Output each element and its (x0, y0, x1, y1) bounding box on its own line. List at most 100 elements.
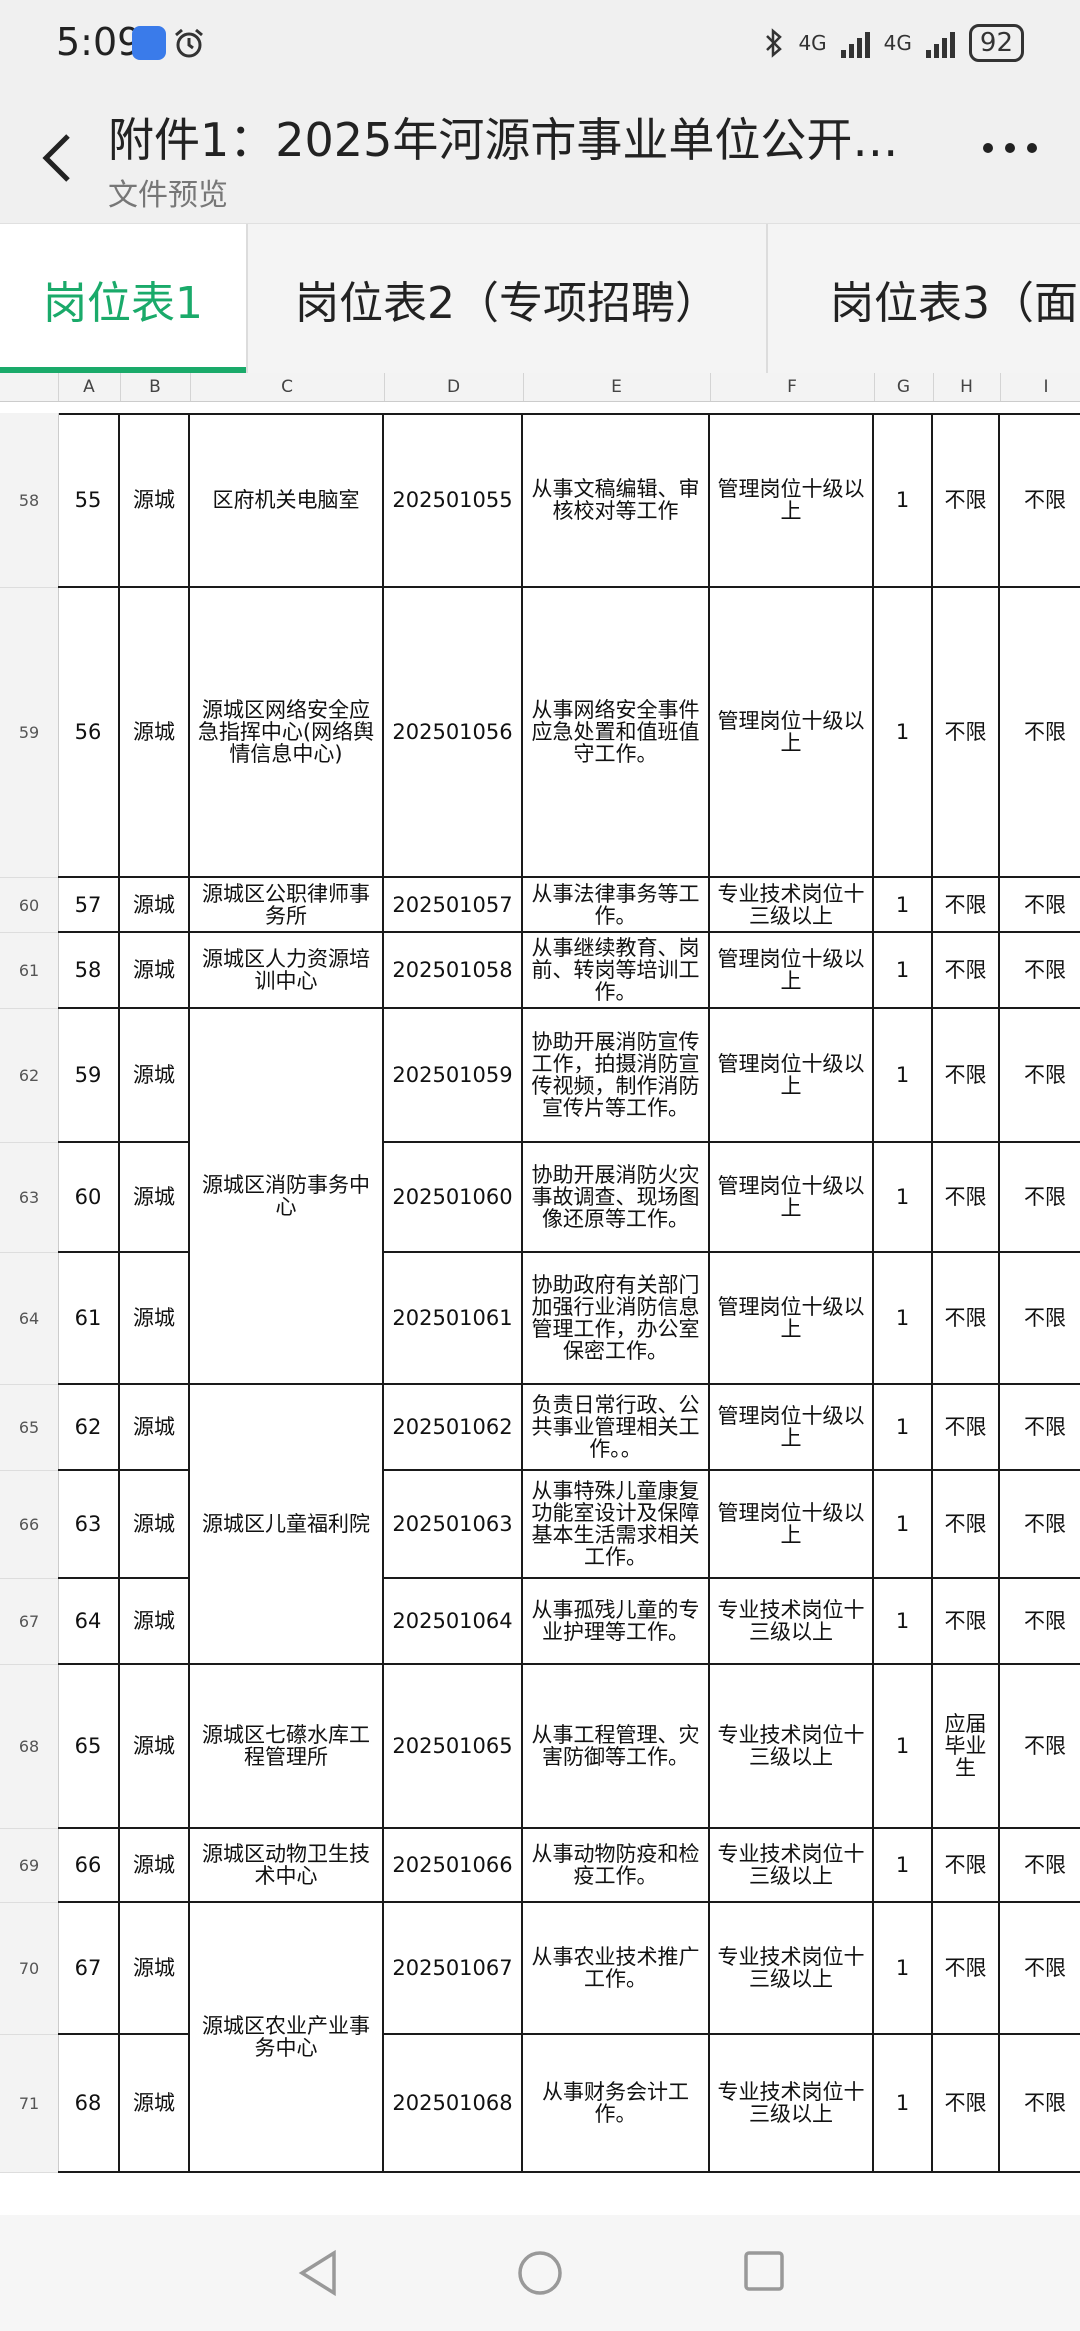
column-header-c[interactable]: C (190, 373, 385, 401)
cell-d[interactable]: 202501067 (384, 1903, 523, 2035)
cell-d[interactable]: 202501062 (384, 1385, 523, 1471)
cell-h[interactable]: 不限 (933, 878, 1000, 933)
cell-b[interactable]: 源城 (120, 2035, 190, 2173)
cell-e[interactable]: 从事法律事务等工作。 (523, 878, 710, 933)
cell-h[interactable]: 不限 (933, 933, 1000, 1009)
cell-b[interactable]: 源城 (120, 413, 190, 588)
cell-g[interactable]: 1 (874, 1009, 933, 1143)
cell-i[interactable]: 不限 (1000, 413, 1080, 588)
cell-d[interactable]: 202501055 (384, 413, 523, 588)
cell-e[interactable]: 从事财务会计工作。 (523, 2035, 710, 2173)
row-number[interactable]: 61 (0, 933, 59, 1009)
cell-e[interactable]: 从事孤残儿童的专业护理等工作。 (523, 1579, 710, 1665)
cell-h[interactable]: 不限 (933, 1903, 1000, 2035)
cell-a[interactable]: 67 (58, 1903, 120, 2035)
cell-a[interactable]: 60 (58, 1143, 120, 1253)
cell-e[interactable]: 负责日常行政、公共事业管理相关工作。。 (523, 1385, 710, 1471)
cell-c[interactable]: 源城区公职律师事务所 (190, 878, 384, 933)
cell-i[interactable]: 不限 (1000, 1009, 1080, 1143)
cell-i[interactable]: 不限 (1000, 1143, 1080, 1253)
cell-e[interactable]: 协助开展消防火灾事故调查、现场图像还原等工作。 (523, 1143, 710, 1253)
cell-h[interactable]: 不限 (933, 1253, 1000, 1385)
cell-d[interactable]: 202501059 (384, 1009, 523, 1143)
cell-e[interactable]: 从事工程管理、灾害防御等工作。 (523, 1665, 710, 1829)
row-number[interactable]: 58 (0, 413, 59, 588)
cell-d[interactable]: 202501058 (384, 933, 523, 1009)
cell-b[interactable]: 源城 (120, 1579, 190, 1665)
nav-home-icon[interactable] (516, 2249, 564, 2297)
row-number[interactable]: 62 (0, 1009, 59, 1143)
cell-g[interactable]: 1 (874, 1143, 933, 1253)
tab-sheet-3[interactable]: 岗位表3（面 (768, 224, 1080, 374)
cell-c[interactable]: 源城区七礤水库工程管理所 (190, 1665, 384, 1829)
cell-i[interactable]: 不限 (1000, 1665, 1080, 1829)
cell-a[interactable]: 58 (58, 933, 120, 1009)
cell-b[interactable]: 源城 (120, 1385, 190, 1471)
nav-recents-icon[interactable] (742, 2249, 786, 2293)
cell-e[interactable]: 从事特殊儿童康复功能室设计及保障基本生活需求相关工作。 (523, 1471, 710, 1579)
cell-i[interactable]: 不限 (1000, 933, 1080, 1009)
cell-d[interactable]: 202501060 (384, 1143, 523, 1253)
cell-g[interactable]: 1 (874, 1903, 933, 2035)
row-number[interactable]: 59 (0, 588, 59, 878)
cell-b[interactable]: 源城 (120, 588, 190, 878)
cell-d[interactable]: 202501068 (384, 2035, 523, 2173)
cell-g[interactable]: 1 (874, 1579, 933, 1665)
cell-e[interactable]: 从事农业技术推广工作。 (523, 1903, 710, 2035)
back-arrow-icon[interactable] (34, 128, 84, 188)
row-number[interactable]: 70 (0, 1903, 59, 2035)
cell-b[interactable]: 源城 (120, 1009, 190, 1143)
row-number[interactable]: 68 (0, 1665, 59, 1829)
more-options-icon[interactable] (980, 138, 1040, 158)
cell-f[interactable]: 专业技术岗位十三级以上 (710, 1829, 874, 1903)
cell-a[interactable]: 56 (58, 588, 120, 878)
cell-b[interactable]: 源城 (120, 1253, 190, 1385)
cell-g[interactable]: 1 (874, 588, 933, 878)
row-number[interactable]: 64 (0, 1253, 59, 1385)
column-header-b[interactable]: B (120, 373, 191, 401)
row-number[interactable]: 69 (0, 1829, 59, 1903)
cell-g[interactable]: 1 (874, 1253, 933, 1385)
column-header-e[interactable]: E (523, 373, 711, 401)
cell-d[interactable]: 202501056 (384, 588, 523, 878)
cell-c[interactable]: 区府机关电脑室 (190, 413, 384, 588)
nav-back-icon[interactable] (296, 2249, 340, 2297)
cell-d[interactable]: 202501064 (384, 1579, 523, 1665)
cell-h[interactable]: 不限 (933, 1829, 1000, 1903)
cell-g[interactable]: 1 (874, 413, 933, 588)
cell-f[interactable]: 管理岗位十级以上 (710, 1143, 874, 1253)
cell-b[interactable]: 源城 (120, 878, 190, 933)
cell-f[interactable]: 专业技术岗位十三级以上 (710, 1579, 874, 1665)
column-header-i[interactable]: I (1000, 373, 1080, 401)
cell-b[interactable]: 源城 (120, 1471, 190, 1579)
cell-g[interactable]: 1 (874, 933, 933, 1009)
cell-a[interactable]: 66 (58, 1829, 120, 1903)
cell-i[interactable]: 不限 (1000, 1471, 1080, 1579)
cell-f[interactable]: 管理岗位十级以上 (710, 588, 874, 878)
cell-b[interactable]: 源城 (120, 933, 190, 1009)
merged-cell-c[interactable]: 源城区农业产业事务中心 (190, 1903, 384, 2173)
cell-a[interactable]: 63 (58, 1471, 120, 1579)
cell-h[interactable]: 不限 (933, 1009, 1000, 1143)
cell-b[interactable]: 源城 (120, 1143, 190, 1253)
cell-d[interactable]: 202501063 (384, 1471, 523, 1579)
cell-i[interactable]: 不限 (1000, 2035, 1080, 2173)
row-number[interactable]: 65 (0, 1385, 59, 1471)
cell-i[interactable]: 不限 (1000, 1903, 1080, 2035)
cell-e[interactable]: 协助政府有关部门加强行业消防信息管理工作，办公室保密工作。 (523, 1253, 710, 1385)
column-header-g[interactable]: G (874, 373, 934, 401)
cell-a[interactable]: 59 (58, 1009, 120, 1143)
cell-e[interactable]: 从事文稿编辑、审核校对等工作 (523, 413, 710, 588)
cell-f[interactable]: 管理岗位十级以上 (710, 1253, 874, 1385)
cell-i[interactable]: 不限 (1000, 1579, 1080, 1665)
cell-g[interactable]: 1 (874, 1829, 933, 1903)
cell-a[interactable]: 62 (58, 1385, 120, 1471)
cell-c[interactable]: 源城区动物卫生技术中心 (190, 1829, 384, 1903)
column-header-h[interactable]: H (933, 373, 1001, 401)
cell-f[interactable]: 专业技术岗位十三级以上 (710, 878, 874, 933)
cell-e[interactable]: 协助开展消防宣传工作，拍摄消防宣传视频，制作消防宣传片等工作。 (523, 1009, 710, 1143)
cell-g[interactable]: 1 (874, 1665, 933, 1829)
cell-f[interactable]: 专业技术岗位十三级以上 (710, 1665, 874, 1829)
cell-a[interactable]: 65 (58, 1665, 120, 1829)
cell-f[interactable]: 管理岗位十级以上 (710, 1471, 874, 1579)
